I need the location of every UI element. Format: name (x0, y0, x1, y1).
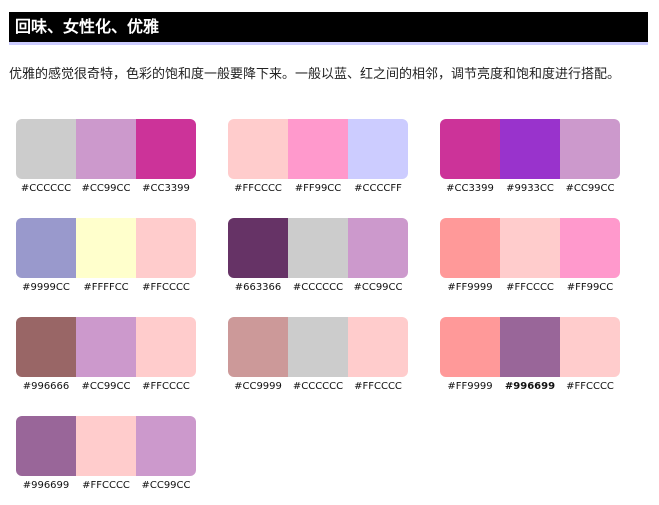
color-code: #FFFFCC (83, 282, 129, 293)
color-swatch (288, 218, 348, 278)
palette-swatches (16, 416, 196, 476)
color-swatch (440, 317, 500, 377)
color-code: #CC9999 (234, 381, 282, 392)
color-swatch (440, 119, 500, 179)
color-code: #996666 (22, 381, 70, 392)
color-swatch (560, 317, 620, 377)
color-code: #FFCCCC (354, 381, 402, 392)
color-code: #CCCCCC (20, 183, 72, 194)
color-swatch (16, 218, 76, 278)
color-swatch (136, 218, 196, 278)
color-swatch (500, 317, 560, 377)
color-palette: #FF9999 #FFCCCC #FF99CC (440, 218, 620, 293)
color-palette: #CC3399 #9933CC #CC99CC (440, 119, 620, 194)
color-code: #CCCCFF (354, 183, 402, 194)
palette-labels: #996699 #FFCCCC #CC99CC (16, 480, 196, 491)
color-palette: #CC9999 #CCCCCC #FFCCCC (228, 317, 408, 392)
palette-swatches (440, 317, 620, 377)
color-code: #996699 (504, 381, 556, 392)
palette-swatches (16, 119, 196, 179)
color-swatch (440, 218, 500, 278)
palette-swatches (440, 119, 620, 179)
color-code: #9933CC (506, 183, 554, 194)
description-text: 优雅的感觉很奇特，色彩的饱和度一般要降下来。一般以蓝、红之间的相邻，调节亮度和饱… (9, 67, 621, 82)
color-palette: #663366 #CCCCCC #CC99CC (228, 218, 408, 293)
color-code: #CC99CC (565, 183, 615, 194)
color-code: #FF9999 (447, 381, 493, 392)
palette-swatches (16, 218, 196, 278)
color-code: #CC99CC (81, 381, 131, 392)
palette-labels: #FFCCCC #FF99CC #CCCCFF (228, 183, 408, 194)
color-swatch (136, 416, 196, 476)
color-swatch (228, 218, 288, 278)
color-code: #CCCCCC (292, 282, 344, 293)
palette-swatches (228, 317, 408, 377)
color-palette: #9999CC #FFFFCC #FFCCCC (16, 218, 196, 293)
color-swatch (288, 119, 348, 179)
palette-labels: #FF9999 #996699 #FFCCCC (440, 381, 620, 392)
color-swatch (560, 218, 620, 278)
color-swatch (228, 317, 288, 377)
color-swatch (500, 218, 560, 278)
color-code: #CCCCCC (292, 381, 344, 392)
color-swatch (348, 119, 408, 179)
color-code: #FFCCCC (566, 381, 614, 392)
color-swatch (348, 218, 408, 278)
color-swatch (76, 317, 136, 377)
palette-labels: #FF9999 #FFCCCC #FF99CC (440, 282, 620, 293)
color-code: #CC99CC (141, 480, 191, 491)
color-palette: #996699 #FFCCCC #CC99CC (16, 416, 196, 491)
palette-labels: #663366 #CCCCCC #CC99CC (228, 282, 408, 293)
palette-swatches (16, 317, 196, 377)
color-swatch (16, 317, 76, 377)
color-swatch (288, 317, 348, 377)
palette-labels: #CC9999 #CCCCCC #FFCCCC (228, 381, 408, 392)
color-swatch (228, 119, 288, 179)
color-swatch (76, 119, 136, 179)
color-palette: #FF9999 #996699 #FFCCCC (440, 317, 620, 392)
color-swatch (16, 416, 76, 476)
color-code: #CC99CC (81, 183, 131, 194)
color-code: #FFCCCC (234, 183, 282, 194)
color-code: #FFCCCC (142, 381, 190, 392)
palette-swatches (228, 218, 408, 278)
palette-labels: #9999CC #FFFFCC #FFCCCC (16, 282, 196, 293)
color-swatch (136, 317, 196, 377)
color-swatch (560, 119, 620, 179)
color-code: #FFCCCC (82, 480, 130, 491)
color-code: #CC3399 (446, 183, 494, 194)
color-code: #FFCCCC (142, 282, 190, 293)
color-palette: #FFCCCC #FF99CC #CCCCFF (228, 119, 408, 194)
palette-swatches (440, 218, 620, 278)
color-code: #FF9999 (447, 282, 493, 293)
palette-swatches (228, 119, 408, 179)
color-palette: #996666 #CC99CC #FFCCCC (16, 317, 196, 392)
color-swatch (76, 416, 136, 476)
color-swatch (500, 119, 560, 179)
section-header: 回味、女性化、优雅 (9, 12, 648, 45)
color-swatch (76, 218, 136, 278)
color-code: #CC3399 (142, 183, 190, 194)
color-code: #FF99CC (294, 183, 342, 194)
color-code: #FF99CC (566, 282, 614, 293)
palette-labels: #996666 #CC99CC #FFCCCC (16, 381, 196, 392)
color-code: #9999CC (22, 282, 70, 293)
palette-labels: #CC3399 #9933CC #CC99CC (440, 183, 620, 194)
color-palette: #CCCCCC #CC99CC #CC3399 (16, 119, 196, 194)
section-title: 回味、女性化、优雅 (15, 17, 160, 36)
palette-labels: #CCCCCC #CC99CC #CC3399 (16, 183, 196, 194)
color-code: #CC99CC (353, 282, 403, 293)
color-swatch (16, 119, 76, 179)
color-code: #663366 (234, 282, 282, 293)
color-code: #996699 (22, 480, 70, 491)
color-swatch (348, 317, 408, 377)
color-swatch (136, 119, 196, 179)
color-code: #FFCCCC (506, 282, 554, 293)
